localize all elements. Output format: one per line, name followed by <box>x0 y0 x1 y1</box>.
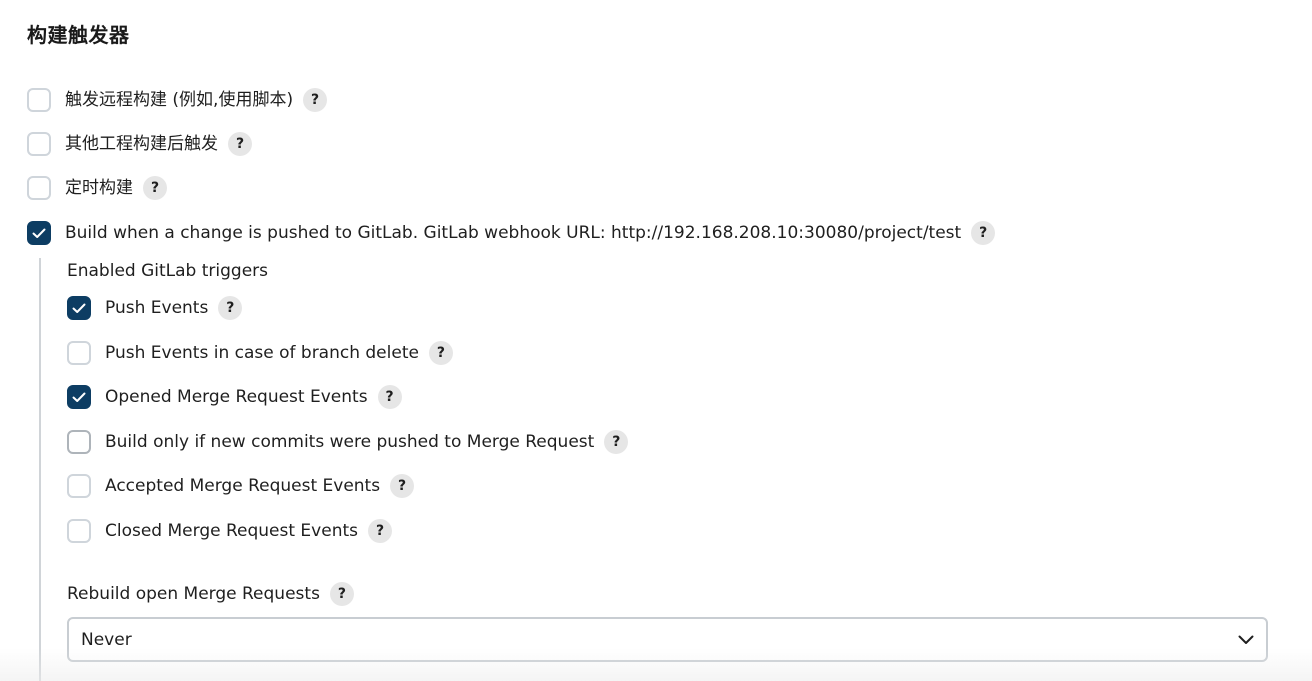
trigger-scheduled-label: 定时构建 <box>65 178 133 198</box>
branch-delete-checkbox[interactable] <box>67 341 91 365</box>
trigger-gitlab-label: Build when a change is pushed to GitLab.… <box>65 223 962 243</box>
help-icon[interactable]: ? <box>368 519 392 543</box>
accepted-mr-label: Accepted Merge Request Events <box>105 476 381 496</box>
rebuild-field-label-row: Rebuild open Merge Requests ? <box>67 580 354 608</box>
gitlab-option-push-events: Push Events ? <box>67 294 243 322</box>
trigger-after-other-checkbox[interactable] <box>27 132 51 156</box>
help-icon[interactable]: ? <box>329 582 354 606</box>
trigger-row-after-other: 其他工程构建后触发 ? <box>27 130 252 158</box>
new-commits-only-checkbox[interactable] <box>67 430 91 454</box>
rebuild-select[interactable]: Never <box>67 617 1268 662</box>
push-events-label: Push Events <box>105 298 209 318</box>
gitlab-option-opened-mr: Opened Merge Request Events ? <box>67 383 402 411</box>
gitlab-option-branch-delete: Push Events in case of branch delete ? <box>67 339 453 367</box>
checkmark-icon <box>32 228 46 238</box>
new-commits-only-label: Build only if new commits were pushed to… <box>105 432 595 452</box>
opened-mr-label: Opened Merge Request Events <box>105 387 368 407</box>
checkmark-icon <box>72 303 86 313</box>
build-triggers-panel: 构建触发器 触发远程构建 (例如,使用脚本) ? 其他工程构建后触发 ? 定时构… <box>0 0 1312 681</box>
branch-delete-label: Push Events in case of branch delete <box>105 343 419 363</box>
rebuild-field-label: Rebuild open Merge Requests <box>67 584 320 604</box>
push-events-checkbox[interactable] <box>67 296 91 320</box>
checkmark-icon <box>72 392 86 402</box>
help-icon[interactable]: ? <box>428 341 453 365</box>
trigger-after-other-label: 其他工程构建后触发 <box>65 134 218 154</box>
trigger-scheduled-checkbox[interactable] <box>27 176 51 200</box>
help-icon[interactable]: ? <box>228 132 252 156</box>
trigger-row-scheduled: 定时构建 ? <box>27 174 167 202</box>
section-title: 构建触发器 <box>27 23 130 47</box>
gitlab-option-closed-mr: Closed Merge Request Events ? <box>67 517 392 545</box>
opened-mr-checkbox[interactable] <box>67 385 91 409</box>
closed-mr-label: Closed Merge Request Events <box>105 521 358 541</box>
closed-mr-checkbox[interactable] <box>67 519 91 543</box>
nested-section-indicator <box>39 258 41 681</box>
accepted-mr-checkbox[interactable] <box>67 474 91 498</box>
gitlab-triggers-heading: Enabled GitLab triggers <box>67 261 269 281</box>
help-icon[interactable]: ? <box>143 176 167 200</box>
chevron-down-icon <box>1238 635 1254 644</box>
help-icon[interactable]: ? <box>390 474 415 498</box>
help-icon[interactable]: ? <box>604 430 629 454</box>
gitlab-option-accepted-mr: Accepted Merge Request Events ? <box>67 472 415 500</box>
trigger-gitlab-checkbox[interactable] <box>27 221 51 245</box>
trigger-remote-checkbox[interactable] <box>27 88 51 112</box>
trigger-row-remote: 触发远程构建 (例如,使用脚本) ? <box>27 86 328 114</box>
help-icon[interactable]: ? <box>971 221 996 245</box>
trigger-row-gitlab: Build when a change is pushed to GitLab.… <box>27 219 996 247</box>
gitlab-option-new-commits-only: Build only if new commits were pushed to… <box>67 428 629 456</box>
rebuild-select-value: Never <box>81 629 132 650</box>
trigger-remote-label: 触发远程构建 (例如,使用脚本) <box>65 90 294 110</box>
help-icon[interactable]: ? <box>218 296 243 320</box>
help-icon[interactable]: ? <box>377 385 402 409</box>
help-icon[interactable]: ? <box>303 88 328 112</box>
